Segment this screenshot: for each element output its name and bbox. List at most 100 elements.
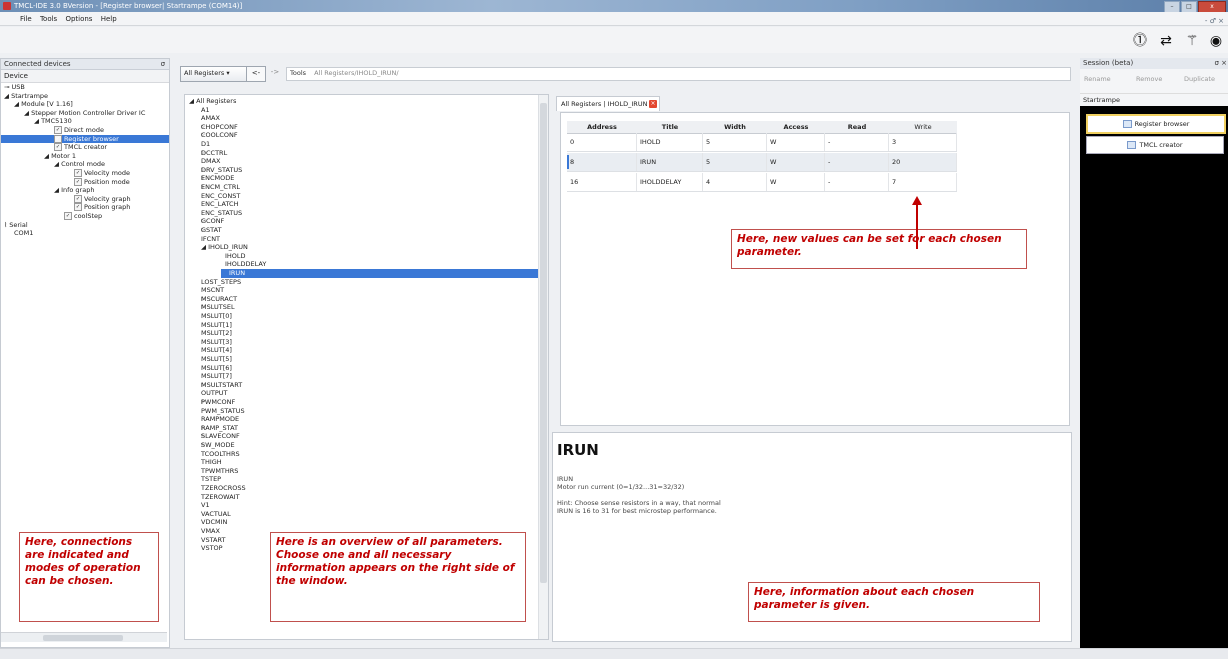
checkbox[interactable]: ✓ <box>74 194 82 203</box>
write-value-cell[interactable]: 3 <box>889 133 957 151</box>
register-item[interactable]: ▷ MSCURACT <box>185 295 535 304</box>
register-item[interactable]: MSLUT[1] <box>185 321 535 330</box>
mdi-window-controls[interactable]: - ♂ × <box>1205 14 1224 28</box>
tree-item[interactable]: ◢ Info graph <box>1 186 169 195</box>
register-tree-scrollbar[interactable] <box>538 95 548 639</box>
register-item[interactable]: DMAX <box>185 157 535 166</box>
register-item[interactable]: PWM_STATUS <box>185 407 535 416</box>
register-item[interactable]: MSCNT <box>185 286 535 295</box>
register-item[interactable]: VACTUAL <box>185 510 535 519</box>
register-item[interactable]: A1 <box>185 106 535 115</box>
register-item[interactable]: MSLUT[2] <box>185 329 535 338</box>
register-item[interactable]: IHOLD <box>185 252 535 261</box>
register-item[interactable]: TZEROWAIT <box>185 493 535 502</box>
register-item[interactable]: ENC_STATUS <box>185 209 535 218</box>
close-icon[interactable]: × <box>649 100 657 108</box>
register-item[interactable]: MSLUT[4] <box>185 346 535 355</box>
tree-item[interactable]: ◢ Stepper Motion Controller Driver IC <box>1 109 169 118</box>
tree-item[interactable]: ✓ Position mode <box>1 177 169 187</box>
register-item[interactable]: RAMPMODE <box>185 415 535 424</box>
eye-icon[interactable]: ◉ <box>1208 33 1224 49</box>
register-item[interactable]: ▷ ENCMODE <box>185 174 535 183</box>
register-item[interactable]: ▷ ENCM_CTRL <box>185 183 535 192</box>
tree-item[interactable]: ✓ Position graph <box>1 203 169 212</box>
tree-item[interactable]: ✓ coolStep <box>1 211 169 221</box>
pin-icon[interactable]: σ × <box>1214 58 1227 69</box>
tree-item[interactable]: ◢ Module [V 1.16] <box>1 100 169 109</box>
register-tree-root[interactable]: ◢ All Registers <box>189 97 539 106</box>
table-row[interactable]: 0 IHOLD 5 W -3 <box>567 133 957 152</box>
write-value-cell[interactable]: 20 <box>889 153 957 171</box>
tree-item[interactable]: ◢ Control mode <box>1 160 169 169</box>
register-item[interactable]: OUTPUT <box>185 389 535 398</box>
register-item[interactable]: THIGH <box>185 458 535 467</box>
register-item[interactable]: TSTEP <box>185 475 535 484</box>
back-button[interactable]: <- <box>246 66 266 82</box>
register-item[interactable]: IFCNT <box>185 235 535 244</box>
tree-item[interactable]: ✓ Register browser <box>1 134 169 144</box>
register-item[interactable]: TPWMTHRS <box>185 467 535 476</box>
tree-item[interactable]: ⊸ USB <box>1 83 169 92</box>
session-item-register-browser[interactable]: Register browser <box>1086 114 1226 134</box>
register-item[interactable]: VDCMIN <box>185 518 535 527</box>
register-item[interactable]: ◢ IHOLD_IRUN <box>185 243 535 252</box>
checkbox[interactable]: ✓ <box>74 168 82 177</box>
checkbox[interactable]: ✓ <box>74 177 82 186</box>
rename-button[interactable]: Rename <box>1084 75 1111 83</box>
checkbox[interactable]: ✓ <box>74 203 82 212</box>
register-item[interactable]: IRUN <box>221 269 539 278</box>
register-item[interactable]: ▷ SW_MODE <box>185 441 535 450</box>
tree-item[interactable]: ✓ TMCL creator <box>1 143 169 152</box>
checkbox[interactable]: ✓ <box>54 134 62 143</box>
register-item[interactable]: IHOLDDELAY <box>185 260 535 269</box>
register-item[interactable]: MSLUT[5] <box>185 355 535 364</box>
menu-tools[interactable]: Tools <box>40 12 57 26</box>
remove-button[interactable]: Remove <box>1136 75 1162 83</box>
register-item[interactable]: ▷ SLAVECONF <box>185 432 535 441</box>
register-item[interactable]: ▷ GCONF <box>185 217 535 226</box>
menu-help[interactable]: Help <box>101 12 117 26</box>
column-header[interactable]: Write <box>889 121 957 133</box>
forward-button[interactable]: -> <box>266 66 284 80</box>
duplicate-button[interactable]: Duplicate <box>1184 75 1215 83</box>
tree-item[interactable]: ✓ Direct mode <box>1 125 169 135</box>
register-item[interactable]: ▷ COOLCONF <box>185 131 535 140</box>
tree-item[interactable]: ✓ Velocity mode <box>1 168 169 178</box>
register-item[interactable]: ▷ MSULTSTART <box>185 381 535 390</box>
write-value-cell[interactable]: 7 <box>889 173 957 191</box>
menu-file[interactable]: File <box>20 12 32 26</box>
tree-item[interactable]: ✓ Velocity graph <box>1 194 169 204</box>
register-item[interactable]: MSLUT[6] <box>185 364 535 373</box>
register-item[interactable]: ▷ DCCTRL <box>185 149 535 158</box>
column-header[interactable]: Title <box>637 121 703 133</box>
tree-item[interactable]: COM1 <box>1 229 169 238</box>
column-header[interactable]: Read <box>825 121 889 133</box>
path-field[interactable]: Tools All Registers/IHOLD_IRUN/ <box>286 67 1071 81</box>
pin-icon[interactable]: σ <box>161 59 165 69</box>
register-item[interactable]: D1 <box>185 140 535 149</box>
register-item[interactable]: ▷ CHOPCONF <box>185 123 535 132</box>
scroll-thumb[interactable] <box>540 103 547 583</box>
left-horizontal-scrollbar[interactable] <box>1 632 167 642</box>
register-item[interactable]: V1 <box>185 501 535 510</box>
register-item[interactable]: ▷ GSTAT <box>185 226 535 235</box>
register-item[interactable]: TCOOLTHRS <box>185 450 535 459</box>
table-row[interactable]: 8 IRUN 5 W -20 <box>567 153 957 172</box>
register-item[interactable]: MSLUT[0] <box>185 312 535 321</box>
tree-item[interactable]: ⌇ Serial <box>1 221 169 230</box>
register-filter-combo[interactable]: All Registers ▾ <box>180 66 247 82</box>
tree-item[interactable]: ◢ TMC5130 <box>1 117 169 126</box>
register-item[interactable]: MSLUT[3] <box>185 338 535 347</box>
checkbox[interactable]: ✓ <box>64 211 72 220</box>
menu-options[interactable]: Options <box>65 12 92 26</box>
column-header[interactable]: Access <box>767 121 825 133</box>
tab-ihold-irun[interactable]: All Registers | IHOLD_IRUN × <box>556 96 660 111</box>
wand-icon[interactable]: ⚚ <box>1184 33 1200 49</box>
scroll-thumb[interactable] <box>43 635 123 641</box>
column-header[interactable]: Address <box>567 121 637 133</box>
register-item[interactable]: ENC_LATCH <box>185 200 535 209</box>
register-item[interactable]: ▷ DRV_STATUS <box>185 166 535 175</box>
table-row[interactable]: 16 IHOLDDELAY 4 W -7 <box>567 173 957 192</box>
register-item[interactable]: ▷ MSLUTSEL <box>185 303 535 312</box>
checkbox[interactable]: ✓ <box>54 125 62 134</box>
